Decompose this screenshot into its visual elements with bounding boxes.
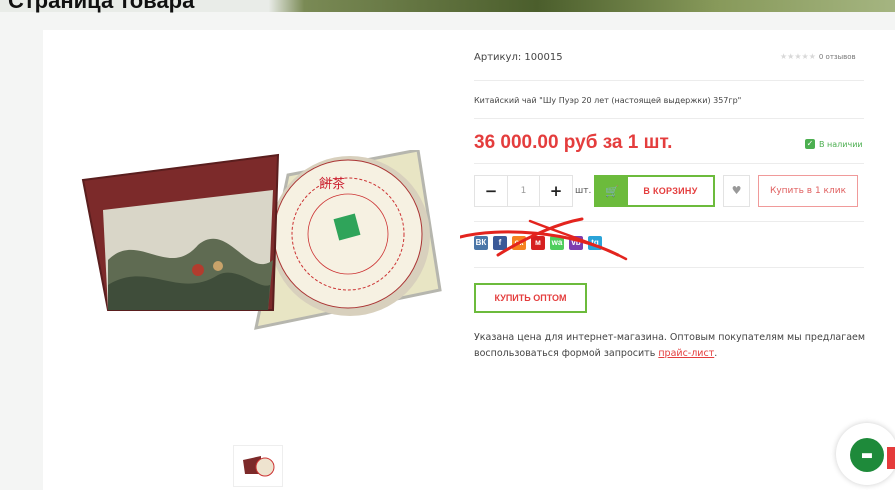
favorite-button[interactable]: ♥ [723, 175, 750, 207]
side-tab[interactable] [887, 447, 895, 469]
cart-icon: 🛒 [596, 177, 628, 205]
stock-status: ✓ В наличии [805, 139, 863, 149]
star-icon: ★★★★★ [780, 52, 816, 61]
page-heading: Страница товара [8, 0, 195, 13]
quantity-input[interactable]: 1 [508, 175, 539, 207]
divider [474, 163, 864, 164]
price-list-link[interactable]: прайс-лист [658, 348, 714, 359]
rating-block[interactable]: ★★★★★ 0 отзывов [780, 52, 856, 61]
heart-icon: ♥ [731, 184, 742, 197]
divider [474, 80, 864, 81]
reviews-count[interactable]: 0 отзывов [819, 53, 856, 61]
add-to-cart-button[interactable]: 🛒 В КОРЗИНУ [594, 175, 715, 207]
divider [474, 118, 864, 119]
divider [474, 267, 864, 268]
notice-tail: . [714, 348, 718, 359]
svg-text:餅茶: 餅茶 [319, 176, 345, 192]
product-price: 36 000.00 руб за 1 шт. [474, 132, 673, 153]
red-annotation-scribble [460, 217, 628, 261]
qty-decrease-button[interactable]: − [474, 175, 508, 207]
price-notice: Указана цена для интернет-магазина. Опто… [474, 330, 869, 362]
buy-one-click-button[interactable]: Купить в 1 клик [758, 175, 858, 207]
chat-icon: ▬ [850, 438, 884, 472]
stock-label: В наличии [819, 139, 863, 149]
product-title: Китайский чай "Шу Пуэр 20 лет (настоящей… [474, 96, 742, 105]
qty-increase-button[interactable]: + [539, 175, 573, 207]
product-image[interactable]: 餅茶 [78, 148, 443, 334]
cart-button-label: В КОРЗИНУ [643, 186, 698, 196]
unit-label: шт. [575, 186, 592, 196]
wholesale-button[interactable]: КУПИТЬ ОПТОМ [474, 283, 587, 313]
product-thumbnail[interactable] [233, 445, 283, 487]
product-sku: Артикул: 100015 [474, 52, 563, 63]
check-icon: ✓ [805, 139, 815, 149]
